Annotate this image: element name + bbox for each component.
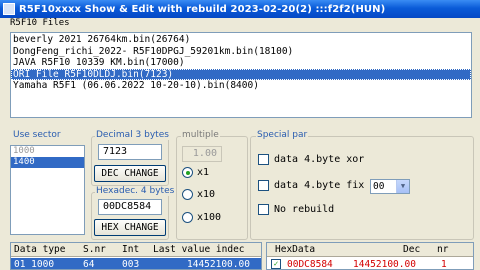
app-icon bbox=[3, 3, 15, 15]
radio-x100[interactable]: x100 bbox=[182, 212, 221, 223]
checkbox-icon bbox=[258, 180, 269, 191]
file-item[interactable]: JAVA R5F10 10339 KM.bin(17000) bbox=[11, 57, 471, 69]
file-item-selected[interactable]: ORI File R5F10DLDJ.bin(7123) bbox=[11, 68, 471, 80]
col-hexdata[interactable]: HexData bbox=[275, 244, 315, 255]
col-data-type[interactable]: Data type bbox=[14, 244, 65, 255]
data-grid-right[interactable]: HexData Dec nr ✓ 00DC8584 14452100.00 1 bbox=[266, 242, 474, 270]
table-row[interactable]: ✓ 00DC8584 14452100.00 1 bbox=[267, 258, 473, 269]
sector-item-selected[interactable]: 1400 bbox=[11, 157, 84, 168]
file-item[interactable]: beverly 2021 26764km.bin(26764) bbox=[11, 34, 471, 46]
col-last-value[interactable]: Last value indec bbox=[153, 244, 245, 255]
radio-icon bbox=[182, 189, 193, 200]
data-grid-left[interactable]: Data type S.nr Int Last value indec 01 1… bbox=[10, 242, 262, 270]
fix-checkbox[interactable]: data 4.byte fix bbox=[258, 180, 364, 191]
hex-input[interactable]: 00DC8584 bbox=[98, 199, 162, 215]
sector-item[interactable]: 1000 bbox=[11, 146, 84, 157]
no-rebuild-checkbox[interactable]: No rebuild bbox=[258, 204, 334, 215]
hexadec-label: Hexadec. 4 bytes bbox=[95, 186, 176, 196]
col-int[interactable]: Int bbox=[122, 244, 139, 255]
file-item[interactable]: DongFeng_richi_2022- R5F10DPGJ_59201km.b… bbox=[11, 46, 471, 58]
xor-checkbox[interactable]: data 4.byte xor bbox=[258, 154, 364, 165]
checkmark-icon[interactable]: ✓ bbox=[271, 259, 281, 269]
chevron-down-icon[interactable]: ▼ bbox=[396, 180, 409, 193]
dec-change-button[interactable]: DEC CHANGE bbox=[94, 165, 166, 182]
decimal-input[interactable]: 7123 bbox=[98, 144, 162, 160]
grid-header: Data type S.nr Int Last value indec bbox=[11, 243, 261, 257]
file-item[interactable]: Yamaha R5F1 (06.06.2022 10-20-10).bin(84… bbox=[11, 80, 471, 92]
radio-x1[interactable]: x1 bbox=[182, 167, 209, 178]
title-bar[interactable]: R5F10xxxx Show & Edit with rebuild 2023-… bbox=[0, 0, 480, 18]
radio-icon bbox=[182, 212, 193, 223]
radio-selected-icon bbox=[182, 167, 193, 178]
col-nr[interactable]: nr bbox=[437, 244, 448, 255]
col-dec[interactable]: Dec bbox=[403, 244, 420, 255]
multiple-label: multiple bbox=[181, 130, 220, 140]
file-list[interactable]: beverly 2021 26764km.bin(26764) DongFeng… bbox=[10, 32, 472, 118]
col-snr[interactable]: S.nr bbox=[83, 244, 106, 255]
hex-change-button[interactable]: HEX CHANGE bbox=[94, 219, 166, 236]
decimal-label: Decimal 3 bytes bbox=[95, 130, 170, 140]
checkbox-icon bbox=[258, 154, 269, 165]
window-title: R5F10xxxx Show & Edit with rebuild 2023-… bbox=[19, 3, 386, 15]
sector-list[interactable]: 1000 1400 bbox=[10, 145, 85, 235]
use-sector-label: Use sector bbox=[12, 130, 62, 140]
table-row[interactable]: 01 1000 64 003 14452100.00 bbox=[11, 258, 261, 269]
multiple-value-field: 1.00 bbox=[182, 146, 222, 162]
grid-header: HexData Dec nr bbox=[267, 243, 473, 257]
checkbox-icon bbox=[258, 204, 269, 215]
fix-value-select[interactable]: 00 ▼ bbox=[370, 179, 410, 194]
files-label: R5F10 Files bbox=[10, 18, 70, 28]
radio-x10[interactable]: x10 bbox=[182, 189, 215, 200]
special-par-label: Special par bbox=[256, 130, 309, 140]
